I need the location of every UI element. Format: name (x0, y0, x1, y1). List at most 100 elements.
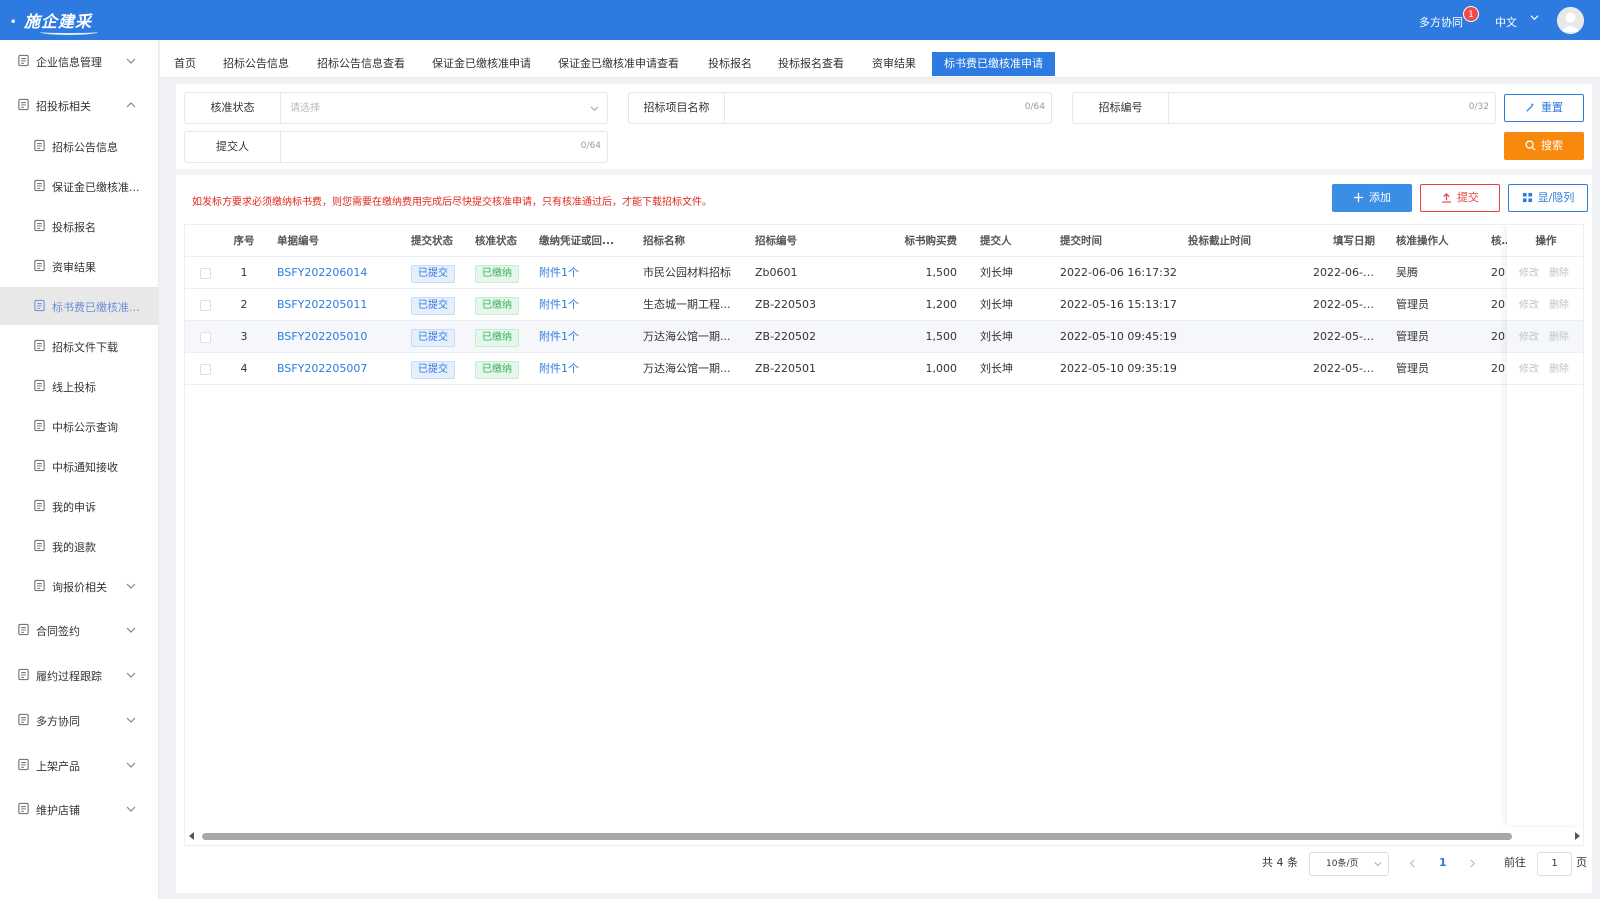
tab-2[interactable]: 招标公告信息查看 (317, 52, 405, 76)
sidebar-item-7[interactable]: 招标文件下载 (0, 327, 159, 365)
table-cell-user: 刘长坤 (980, 298, 1013, 311)
sidebar-item-1[interactable]: 招投标相关 (0, 86, 159, 124)
user-avatar[interactable] (1557, 7, 1584, 34)
tab-0[interactable]: 首页 (174, 52, 196, 76)
edit-button[interactable]: 修改 (1519, 300, 1539, 311)
table-cell-code[interactable]: BSFY202205011 (277, 289, 395, 321)
column-header[interactable]: 缴纳凭证或回... (539, 225, 639, 257)
column-header[interactable]: 单据编号 (277, 225, 395, 257)
sidebar-item-11[interactable]: 我的申诉 (0, 487, 159, 525)
scroll-left-arrow[interactable] (189, 832, 194, 840)
column-header[interactable]: 投标截止时间 (1188, 225, 1308, 257)
tab-6[interactable]: 投标报名查看 (778, 52, 844, 76)
person-icon (34, 219, 45, 232)
scroll-right-arrow[interactable] (1575, 832, 1580, 840)
sidebar-item-5[interactable]: 资审结果 (0, 247, 159, 285)
column-header[interactable]: 标书购买费 (875, 225, 958, 257)
page-size-select[interactable]: 10条/页 (1309, 852, 1389, 876)
table-cell-user: 刘长坤 (980, 330, 1013, 343)
chevron-down-icon[interactable] (590, 104, 599, 113)
bid-number-input[interactable] (1170, 93, 1450, 123)
prev-page-icon[interactable] (1408, 859, 1417, 868)
table-cell-attach[interactable]: 附件1个 (539, 353, 639, 385)
table-cell-op: 管理员 (1396, 362, 1429, 375)
scrollbar-thumb[interactable] (202, 833, 1512, 840)
delete-button[interactable]: 删除 (1549, 332, 1569, 343)
reset-button[interactable]: 重置 (1504, 94, 1584, 122)
search-button[interactable]: 搜索 (1504, 132, 1584, 160)
column-header[interactable]: 核准操作人 (1396, 225, 1476, 257)
project-name-input[interactable] (726, 93, 1006, 123)
tab-5[interactable]: 投标报名 (708, 52, 752, 76)
horizontal-scrollbar[interactable] (185, 829, 1583, 843)
submitter-input[interactable] (282, 132, 562, 162)
row-checkbox[interactable] (200, 332, 211, 343)
refund-icon (34, 539, 45, 552)
logo[interactable]: • 施企建采 (10, 8, 98, 35)
sidebar-item-0[interactable]: 企业信息管理 (0, 42, 159, 80)
edit-button[interactable]: 修改 (1519, 268, 1539, 279)
column-header[interactable]: 提交状态 (411, 225, 471, 257)
table-cell-attach[interactable]: 附件1个 (539, 289, 639, 321)
table-row[interactable]: 2 BSFY202205011 已提交 已缴纳 附件1个 生态城一期工程... ZB-220… (185, 289, 1583, 321)
sidebar-item-12[interactable]: 我的退款 (0, 527, 159, 565)
next-page-icon[interactable] (1468, 859, 1477, 868)
sidebar-item-10[interactable]: 中标通知接收 (0, 447, 159, 485)
header-collab-link[interactable]: 多方协同 (1419, 14, 1463, 30)
column-header[interactable]: 序号 (225, 225, 263, 257)
language-selector[interactable]: 中文 (1495, 14, 1517, 30)
column-header[interactable]: 提交人 (980, 225, 1040, 257)
sidebar-item-16[interactable]: 多方协同 (0, 701, 159, 739)
add-button[interactable]: 添加 (1332, 184, 1412, 212)
sidebar-item-3[interactable]: 保证金已缴核准... (0, 167, 159, 205)
edit-button[interactable]: 修改 (1519, 364, 1539, 375)
tab-4[interactable]: 保证金已缴核准申请查看 (558, 52, 679, 76)
sidebar-item-9[interactable]: 中标公示查询 (0, 407, 159, 445)
column-header[interactable]: 填写日期 (1313, 225, 1375, 257)
sidebar-item-label: 保证金已缴核准... (52, 181, 140, 194)
approve-status-select[interactable] (282, 93, 582, 123)
table-row[interactable]: 4 BSFY202205007 已提交 已缴纳 附件1个 万达海公馆一期... ZB-220… (185, 353, 1583, 385)
sidebar-item-14[interactable]: 合同签约 (0, 611, 159, 649)
sidebar-item-18[interactable]: 维护店铺 (0, 790, 159, 828)
tab-7[interactable]: 资审结果 (872, 52, 916, 76)
sidebar-item-4[interactable]: 投标报名 (0, 207, 159, 245)
table-cell-code[interactable]: BSFY202206014 (277, 257, 395, 289)
table-cell-attach[interactable]: 附件1个 (539, 257, 639, 289)
chevron-down-icon[interactable] (1530, 13, 1539, 22)
table-row[interactable]: 3 BSFY202205010 已提交 已缴纳 附件1个 万达海公馆一期... ZB-220… (185, 321, 1583, 353)
sidebar-item-17[interactable]: 上架产品 (0, 746, 159, 784)
column-header[interactable]: 招标名称 (643, 225, 751, 257)
toggle-columns-button[interactable]: 显/隐列 (1508, 184, 1588, 212)
table-cell-attach[interactable]: 附件1个 (539, 321, 639, 353)
table-cell-code[interactable]: BSFY202205010 (277, 321, 395, 353)
delete-button[interactable]: 删除 (1549, 268, 1569, 279)
column-header[interactable]: 核准状态 (475, 225, 535, 257)
row-checkbox[interactable] (200, 300, 211, 311)
row-checkbox[interactable] (200, 364, 211, 375)
sidebar-item-6[interactable]: 标书费已缴核准... (0, 287, 159, 325)
sidebar-item-8[interactable]: 线上投标 (0, 367, 159, 405)
table-cell-date: 2022-05-10 (1313, 362, 1375, 375)
submit-button[interactable]: 提交 (1420, 184, 1500, 212)
delete-button[interactable]: 删除 (1549, 300, 1569, 311)
tab-8[interactable]: 标书费已缴核准申请 (932, 52, 1055, 76)
edit-button[interactable]: 修改 (1519, 332, 1539, 343)
sidebar-item-2[interactable]: 招标公告信息 (0, 127, 159, 165)
current-page[interactable]: 1 (1439, 852, 1447, 874)
column-header[interactable]: 提交时间 (1060, 225, 1180, 257)
row-checkbox[interactable] (200, 268, 211, 279)
user-notify-icon (34, 459, 45, 472)
goto-page-input[interactable]: 1 (1537, 852, 1572, 876)
sidebar-item-15[interactable]: 履约过程跟踪 (0, 656, 159, 694)
table-cell-time: 2022-05-10 09:35:19 (1060, 362, 1177, 375)
table-cell-code[interactable]: BSFY202205007 (277, 353, 395, 385)
column-header[interactable]: 招标编号 (755, 225, 855, 257)
sidebar-item-13[interactable]: 询报价相关 (0, 567, 159, 605)
table-row[interactable]: 1 BSFY202206014 已提交 已缴纳 附件1个 市民公园材料招标 Zb0601 1,… (185, 257, 1583, 289)
column-header[interactable]: 核准 (1491, 225, 1507, 257)
submitter-field: 提交人 0/64 (184, 131, 608, 163)
tab-1[interactable]: 招标公告信息 (223, 52, 289, 76)
tab-3[interactable]: 保证金已缴核准申请 (432, 52, 531, 76)
delete-button[interactable]: 删除 (1549, 364, 1569, 375)
